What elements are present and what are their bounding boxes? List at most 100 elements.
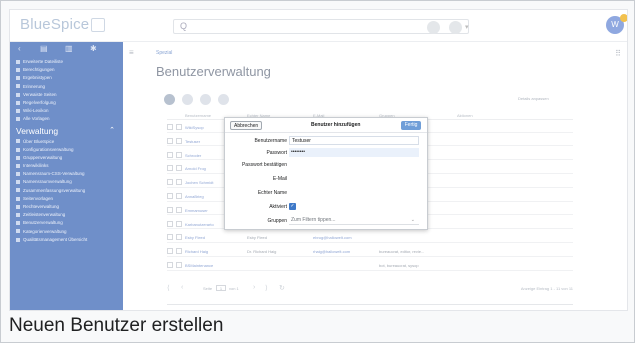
breadcrumb[interactable]: Spezial	[156, 50, 172, 56]
page-number-input[interactable]: 1	[216, 285, 226, 291]
row-action-checkbox[interactable]	[176, 137, 182, 144]
cell-username[interactable]: Testuser	[185, 139, 200, 144]
row-checkbox[interactable]	[167, 220, 173, 227]
sidebar-item[interactable]: Alle Vorlagen	[10, 115, 123, 123]
notification-badge[interactable]	[620, 14, 627, 22]
cancel-button[interactable]: Abbrechen	[230, 121, 263, 130]
sidebar-item[interactable]: Zeitleistenverwaltung	[10, 211, 123, 219]
sidebar-item[interactable]: Regelverfolgung	[10, 99, 123, 107]
sidebar-item[interactable]: Rechteverwaltung	[10, 203, 123, 211]
cell-username[interactable]: Karbanutzerarto	[185, 222, 214, 227]
row-checkbox[interactable]	[167, 179, 173, 186]
menu-icon[interactable]: ≡	[129, 48, 134, 57]
row-action-checkbox[interactable]	[176, 179, 182, 186]
cell-username[interactable]: Arnold Frog	[185, 166, 206, 171]
add-user-button[interactable]	[164, 94, 175, 105]
col-username[interactable]: Benutzername	[185, 113, 211, 118]
row-checkbox[interactable]	[167, 248, 173, 255]
sidebar-item-icon	[16, 139, 20, 144]
sidebar-item[interactable]: Benutzerverwaltung	[10, 219, 123, 227]
sidebar-item[interactable]: Verwaiste Seiten	[10, 91, 123, 99]
trash-icon[interactable]: ▥	[65, 44, 73, 53]
next-page-button[interactable]: ›	[253, 284, 255, 291]
row-action-checkbox[interactable]	[176, 234, 182, 241]
row-action-checkbox[interactable]	[176, 220, 182, 227]
confirm-password-field[interactable]	[289, 160, 419, 169]
row-checkbox[interactable]	[167, 262, 173, 268]
sidebar-section-verwaltung[interactable]: Verwaltung ⌃	[10, 124, 123, 138]
logo[interactable]: BlueSpice	[20, 16, 106, 33]
row-checkbox[interactable]	[167, 193, 173, 199]
cell-username[interactable]: Jochen Schmidt	[185, 180, 213, 185]
cell-username[interactable]: WikiSysop	[185, 125, 204, 130]
book-icon[interactable]: ▤	[40, 44, 48, 53]
sidebar-item[interactable]: Zusammenfassungsverwaltung	[10, 187, 123, 195]
row-checkbox[interactable]	[167, 124, 173, 130]
gear-icon[interactable]: ✱	[90, 44, 97, 53]
help-icon[interactable]	[427, 21, 440, 34]
sidebar-item[interactable]: Namensraum-CSS-Verwaltung	[10, 170, 123, 178]
edit-user-button[interactable]	[182, 94, 193, 105]
last-page-button[interactable]: ⟩	[265, 284, 268, 292]
row-action-checkbox[interactable]	[176, 165, 182, 172]
row-action-checkbox[interactable]	[176, 206, 182, 213]
sidebar-item-label: Verwaiste Seiten	[23, 91, 57, 97]
refresh-icon[interactable]: ↻	[279, 284, 285, 292]
sidebar-item[interactable]: Wiki-Lexikon	[10, 107, 123, 115]
cell-email[interactable]: rhaig@hallowelt.com	[313, 249, 350, 254]
table-row[interactable]: Richard Haig Dr. Richard Haig rhaig@hallow…	[167, 246, 573, 257]
row-action-checkbox[interactable]	[176, 193, 182, 199]
sidebar-item[interactable]: Gruppenverwaltung	[10, 154, 123, 162]
row-action-checkbox[interactable]	[176, 262, 182, 268]
groups-select[interactable]: Zum Filtern tippen... ⌄	[289, 216, 419, 225]
prev-page-button[interactable]: ‹	[181, 284, 183, 291]
search-input[interactable]: Q	[173, 19, 469, 34]
cell-username[interactable]: Esby Fleed	[185, 235, 205, 240]
cell-username[interactable]: Emmamuser	[185, 208, 208, 213]
delete-user-button[interactable]	[200, 94, 211, 105]
active-checkbox[interactable]: ✓	[289, 203, 296, 210]
cell-username[interactable]: BSMaintenance	[185, 263, 213, 268]
apps-grid-icon[interactable]: ⠿	[615, 49, 621, 58]
row-action-checkbox[interactable]	[176, 151, 182, 158]
first-page-button[interactable]: ⟨	[167, 284, 170, 292]
email-field[interactable]	[289, 174, 419, 183]
row-action-checkbox[interactable]	[176, 248, 182, 255]
sidebar-item[interactable]: Erinnerung	[10, 83, 123, 91]
sidebar-item[interactable]: Qualitätsmanagement Übersicht	[10, 236, 123, 244]
confirm-password-row: Passwort bestätigen	[225, 159, 427, 170]
row-checkbox[interactable]	[167, 151, 173, 158]
sidebar: ‹ ▤ ▥ ✱ Erweiterte Dateiliste Berechtigun…	[10, 42, 123, 310]
row-checkbox[interactable]	[167, 137, 173, 144]
done-button[interactable]: Fertig	[401, 121, 421, 130]
chevron-down-icon[interactable]: ▾	[465, 23, 469, 31]
sidebar-item[interactable]: Namensraumverwaltung	[10, 178, 123, 186]
username-field[interactable]: Testuser	[289, 136, 419, 145]
realname-field[interactable]	[289, 188, 419, 197]
chevron-down-icon: ⌄	[410, 217, 415, 223]
row-action-checkbox[interactable]	[176, 124, 182, 130]
sidebar-item[interactable]: Erweiterte Dateiliste	[10, 58, 123, 66]
cell-username[interactable]: Richard Haig	[185, 249, 208, 254]
groups-button[interactable]	[218, 94, 229, 105]
cell-email[interactable]: ebrug@hallowelt.com	[313, 235, 352, 240]
sidebar-item[interactable]: Berechtigungen	[10, 66, 123, 74]
table-row[interactable]: Esby Fleed Esby Fleed ebrug@hallowelt.com	[167, 232, 573, 243]
sidebar-item[interactable]: Seitenvorlagen	[10, 195, 123, 203]
page-total: von 1	[229, 286, 239, 291]
password-field[interactable]: ••••••••	[289, 148, 419, 157]
row-checkbox[interactable]	[167, 206, 173, 213]
back-icon[interactable]: ‹	[18, 44, 21, 53]
sidebar-item[interactable]: Über BlueSpice	[10, 138, 123, 146]
cell-username[interactable]: Schroder	[185, 153, 201, 158]
sidebar-item[interactable]: Konfigurationsverwaltung	[10, 146, 123, 154]
sidebar-item[interactable]: Kategorienverwaltung	[10, 228, 123, 236]
row-checkbox[interactable]	[167, 234, 173, 241]
cell-username[interactable]: AnnaBrieg	[185, 194, 204, 199]
row-checkbox[interactable]	[167, 165, 173, 172]
sidebar-item[interactable]: Interwikilinks	[10, 162, 123, 170]
create-icon[interactable]	[449, 21, 462, 34]
table-caption[interactable]: Details anpassen	[518, 96, 549, 101]
sidebar-item[interactable]: Ergebnistypen	[10, 74, 123, 82]
table-row[interactable]: BSMaintenance bot, bureaucrat, sysop	[167, 260, 573, 271]
